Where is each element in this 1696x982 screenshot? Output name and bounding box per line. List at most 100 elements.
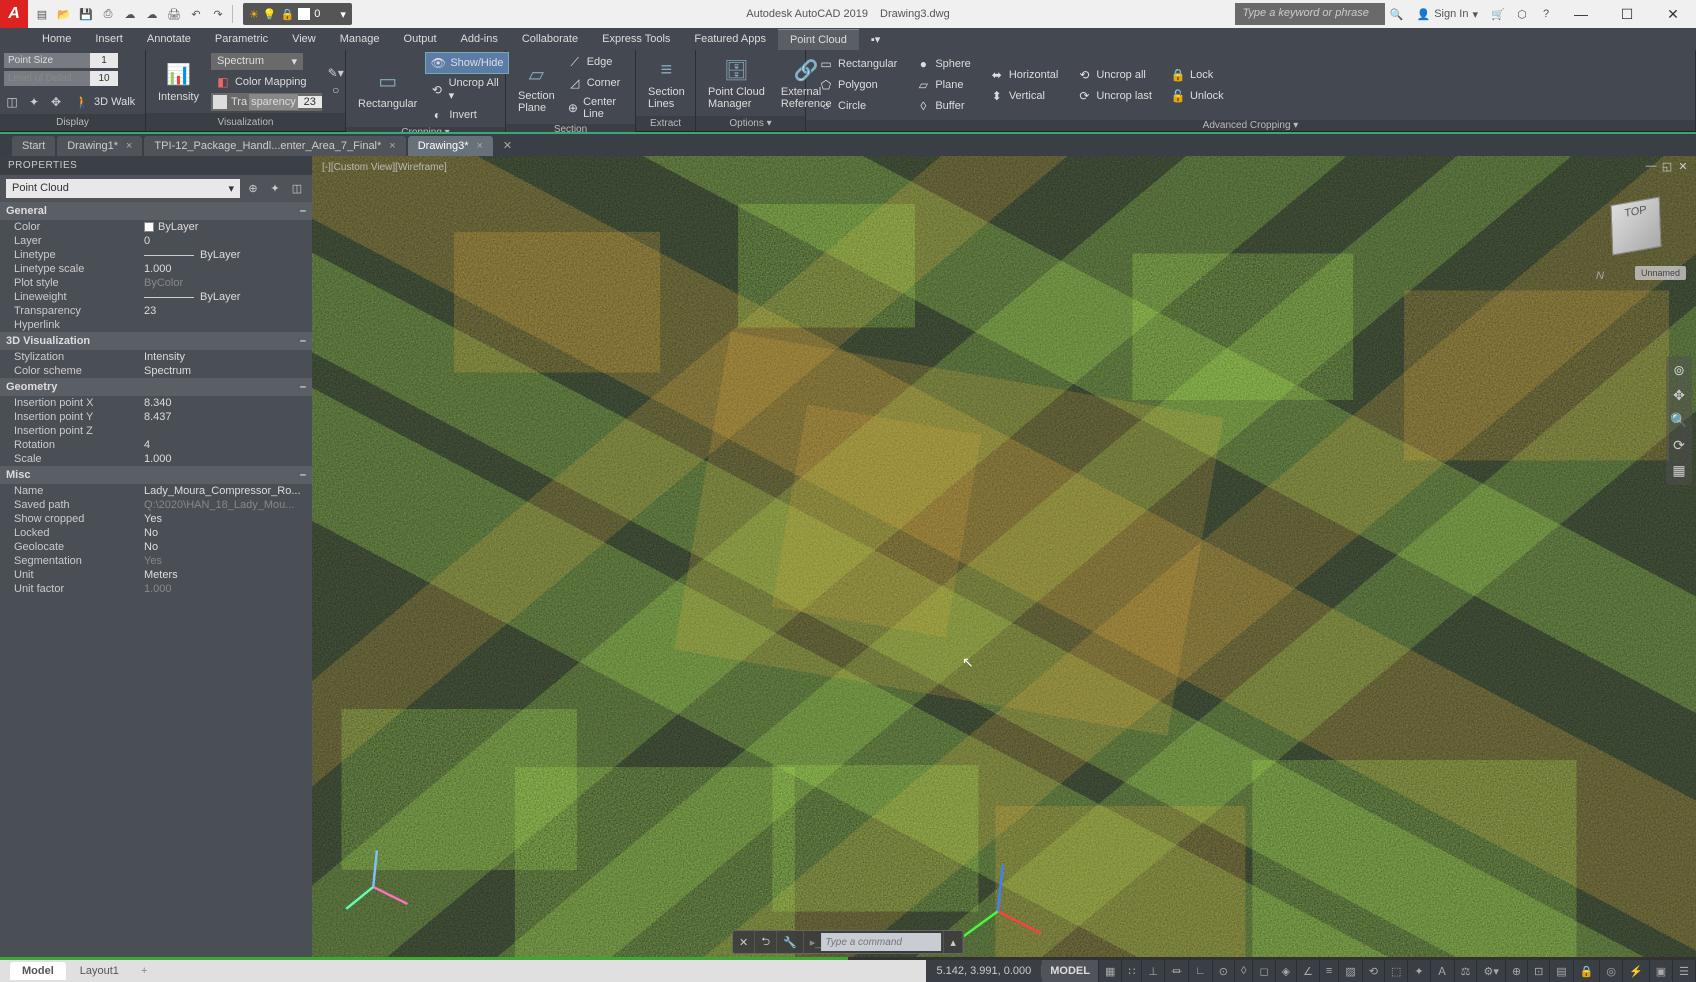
orbit-icon[interactable]: ✦ [26, 94, 42, 110]
color-mapping-button[interactable]: ◧Color Mapping [211, 72, 322, 92]
undo-icon[interactable]: ↶ [186, 4, 206, 24]
close-button[interactable]: ✕ [1650, 0, 1696, 28]
transparency-icon[interactable]: ▨ [1339, 960, 1362, 982]
point-size-input[interactable]: 1 [90, 53, 118, 68]
property-value[interactable]: ByLayer [144, 221, 312, 233]
centerline-button[interactable]: ⊕Center Line [563, 94, 631, 122]
property-row[interactable]: ColorByLayer [0, 220, 312, 234]
doc-tab[interactable]: Drawing1*× [57, 136, 142, 156]
property-row[interactable]: Hyperlink [0, 318, 312, 332]
pc-manager-button[interactable]: 🗄Point Cloud Manager [700, 52, 773, 114]
layout-tab-layout1[interactable]: Layout1 [68, 962, 131, 980]
property-row[interactable]: LineweightByLayer [0, 290, 312, 304]
property-row[interactable]: Insertion point X8.340 [0, 396, 312, 410]
help-icon[interactable]: ? [1534, 2, 1558, 26]
pick-add-icon[interactable]: ⊕ [244, 180, 262, 198]
prop-group-header[interactable]: Geometry– [0, 378, 312, 396]
menu-tab-parametric[interactable]: Parametric [203, 29, 280, 49]
zoom-tool-icon[interactable]: 🔍 [1670, 412, 1687, 429]
doc-tab[interactable]: TPI-12_Package_Handl...enter_Area_7_Fina… [144, 136, 405, 156]
orbit-tool-icon[interactable]: ⟳ [1673, 437, 1685, 454]
property-row[interactable]: StylizationIntensity [0, 350, 312, 364]
cube-icon[interactable]: ◫ [4, 94, 20, 110]
property-value[interactable]: 8.437 [144, 411, 312, 423]
property-row[interactable]: Transparency23 [0, 304, 312, 318]
view-name-badge[interactable]: Unnamed [1635, 266, 1686, 280]
lock-button[interactable]: 🔒Lock [1166, 65, 1228, 85]
property-row[interactable]: NameLady_Moura_Compressor_Ro... [0, 484, 312, 498]
gizmo-icon[interactable]: ✦ [1408, 960, 1430, 982]
property-value[interactable]: Yes [144, 555, 312, 567]
uncrop-last-button[interactable]: ⟳Uncrop last [1072, 86, 1156, 106]
pan-icon[interactable]: ✥ [48, 94, 64, 110]
property-value[interactable]: No [144, 527, 312, 539]
property-row[interactable]: UnitMeters [0, 568, 312, 582]
infer-icon[interactable]: ⊥ [1142, 960, 1165, 982]
cleanscreen-icon[interactable]: ▣ [1650, 960, 1673, 982]
menu-overflow-icon[interactable]: ▪▾ [859, 29, 892, 50]
property-value[interactable]: No [144, 541, 312, 553]
menu-tab-insert[interactable]: Insert [83, 29, 135, 49]
selection-dropdown[interactable]: Point Cloud▾ [6, 179, 240, 198]
pan-tool-icon[interactable]: ✥ [1673, 387, 1685, 404]
vertical-button[interactable]: ⬍Vertical [985, 86, 1063, 106]
showmotion-icon[interactable]: ▦ [1672, 462, 1685, 479]
tab-close-icon[interactable]: × [126, 140, 132, 152]
pencil-icon[interactable]: ✎▾ [328, 65, 344, 81]
polar-icon[interactable]: ⊙ [1213, 960, 1235, 982]
workspace-icon[interactable]: ⚙▾ [1477, 960, 1505, 982]
property-value[interactable]: 23 [144, 305, 312, 317]
lineweight-icon[interactable]: ≡ [1320, 960, 1339, 982]
menu-tab-add-ins[interactable]: Add-ins [449, 29, 510, 49]
group-advanced-label[interactable]: Advanced Cropping ▾ [806, 120, 1695, 131]
prop-group-header[interactable]: General– [0, 202, 312, 220]
property-row[interactable]: Color schemeSpectrum [0, 364, 312, 378]
redo-icon[interactable]: ↷ [208, 4, 228, 24]
intensity-button[interactable]: 📊Intensity [150, 57, 207, 107]
rectangular-crop-button[interactable]: ▭Rectangular [350, 64, 425, 114]
section-lines-button[interactable]: ≡Section Lines [640, 52, 693, 114]
quickprops-icon[interactable]: ▤ [1550, 960, 1573, 982]
cycling-icon[interactable]: ⟲ [1363, 960, 1385, 982]
corner-button[interactable]: ◿Corner [563, 73, 631, 93]
property-value[interactable] [144, 319, 312, 331]
property-row[interactable]: Layer0 [0, 234, 312, 248]
add-layout-button[interactable]: + [133, 962, 155, 980]
property-value[interactable]: ByLayer [144, 291, 312, 303]
property-value[interactable]: 1.000 [144, 453, 312, 465]
property-row[interactable]: Scale1.000 [0, 452, 312, 466]
app-logo[interactable]: A [0, 0, 28, 28]
vp-restore-icon[interactable]: ◱ [1660, 160, 1674, 173]
view-cube[interactable]: TOP NW [1596, 196, 1676, 266]
edge-button[interactable]: ⟋Edge [563, 52, 631, 72]
annoscale-icon[interactable]: ⚖ [1455, 960, 1478, 982]
tab-close-icon[interactable]: × [476, 140, 482, 152]
property-value[interactable]: Q:\2020\HAN_18_Lady_Mou... [144, 499, 312, 511]
property-value[interactable]: Spectrum [144, 365, 312, 377]
isolate-icon[interactable]: ◎ [1600, 960, 1623, 982]
property-value[interactable]: Yes [144, 513, 312, 525]
vp-close-icon[interactable]: ✕ [1676, 160, 1690, 173]
annomonitor-icon[interactable]: ⊕ [1506, 960, 1528, 982]
circle-tool-icon[interactable]: ○ [328, 82, 344, 98]
unlock-button[interactable]: 🔓Unlock [1166, 86, 1228, 106]
property-row[interactable]: SegmentationYes [0, 554, 312, 568]
snap-icon[interactable]: ∷ [1122, 960, 1142, 982]
property-value[interactable]: Intensity [144, 351, 312, 363]
property-row[interactable]: Insertion point Y8.437 [0, 410, 312, 424]
signin-button[interactable]: 👤 Sign In ▾ [1409, 0, 1486, 28]
viewport-label[interactable]: [-][Custom View][Wireframe] [322, 162, 447, 173]
hardware-icon[interactable]: ⚡ [1623, 960, 1650, 982]
showhide-button[interactable]: 👁Show/Hide [425, 52, 508, 74]
cmd-recent-icon[interactable]: ⮌ [755, 931, 777, 953]
menu-tab-collaborate[interactable]: Collaborate [510, 29, 590, 49]
transparency-input[interactable]: Trasparency23 [211, 93, 322, 111]
modelspace-button[interactable]: MODEL [1042, 960, 1099, 982]
property-value[interactable] [144, 425, 312, 437]
uncrop-all-button[interactable]: ⟲Uncrop All ▾ [425, 75, 508, 104]
save-icon[interactable]: 💾 [76, 4, 96, 24]
menu-tab-home[interactable]: Home [30, 29, 83, 49]
property-value[interactable]: ByColor [144, 277, 312, 289]
units-icon[interactable]: ⊡ [1528, 960, 1550, 982]
3dosnap-icon[interactable]: ◈ [1276, 960, 1297, 982]
